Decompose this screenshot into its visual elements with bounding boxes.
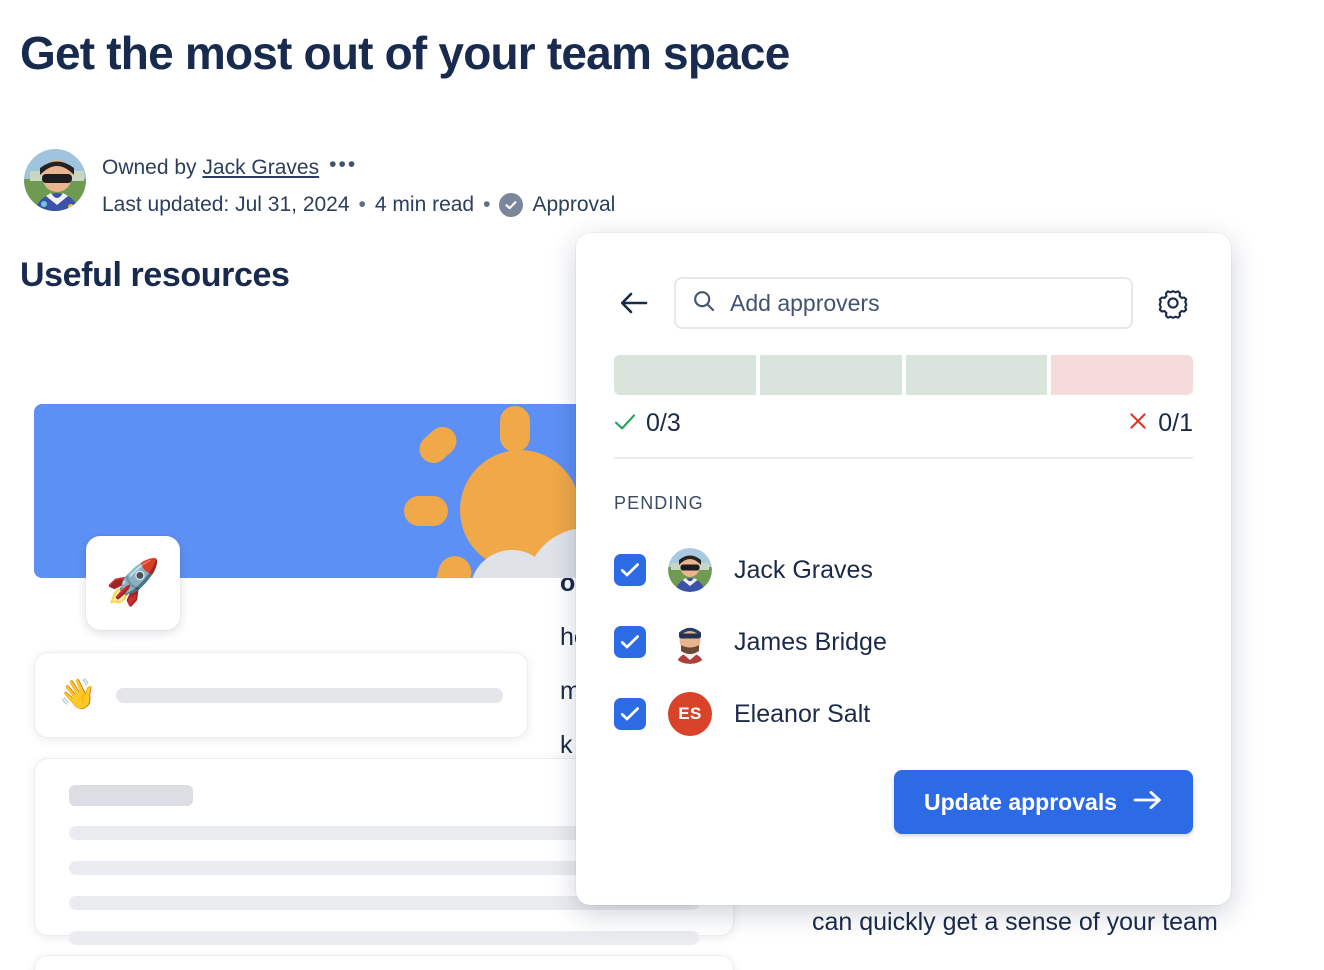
rejected-count: 0/1 [1128,409,1193,438]
owner-link[interactable]: Jack Graves [202,150,319,187]
search-icon [692,289,716,318]
approval-progress-bar [614,355,1193,395]
popup-header: Add approvers [614,277,1193,329]
wave-icon: 👋 [59,678,97,711]
arrow-right-icon [1133,789,1163,816]
byline: Owned by Jack Graves ••• Last updated: J… [22,147,615,224]
check-icon [614,411,636,436]
pending-section-heading: PENDING [614,493,704,513]
check-circle-icon [499,193,524,218]
progress-segment-approved [614,355,756,395]
section-title: Useful resources [20,256,290,294]
back-arrow-icon[interactable] [614,283,654,323]
rejected-count-value: 0/1 [1158,409,1193,437]
byline-meta-row: Last updated: Jul 31, 2024 • 4 min read … [102,187,615,224]
approved-count-value: 0/3 [646,409,681,437]
approver-row[interactable]: ES Eleanor Salt [614,678,1193,750]
gear-icon[interactable] [1153,283,1193,323]
owned-by-label: Owned by [102,156,197,179]
article-body-text-bottom: can quickly get a sense of your team [812,900,1324,944]
placeholder-bar [69,931,699,945]
avatar [22,147,88,213]
update-approvals-button[interactable]: Update approvals [894,770,1193,834]
approver-name: James Bridge [734,627,887,656]
approvals-popup: Add approvers 0/3 0/1 PENDING Jack Grave… [576,233,1231,905]
resource-card-wave[interactable]: 👋 [34,652,528,738]
byline-owner-row: Owned by Jack Graves ••• [102,150,615,187]
search-input-placeholder: Add approvers [730,289,880,316]
popup-actions: Update approvals [614,770,1193,834]
update-approvals-label: Update approvals [924,788,1117,815]
more-actions-icon[interactable]: ••• [329,154,357,175]
approved-count: 0/3 [614,409,681,438]
cross-icon [1128,411,1148,436]
approver-avatar-initials: ES [668,692,712,736]
approver-name: Jack Graves [734,555,873,584]
body-line-9: can quickly get a sense of your team [812,908,1218,936]
approver-checkbox[interactable] [614,554,646,586]
approver-name: Eleanor Salt [734,699,871,728]
read-time-label: 4 min read [374,192,475,216]
status-badge[interactable]: Approval [499,187,615,224]
sun-ray-icon [404,496,448,526]
progress-segment-rejected [1051,355,1193,395]
approver-row[interactable]: Jack Graves [614,534,1193,606]
progress-segment-approved [905,355,1048,395]
sun-ray-icon [500,406,530,452]
approver-checkbox[interactable] [614,698,646,730]
resource-card-bottom[interactable] [34,955,734,970]
status-badge-label: Approval [532,192,616,216]
page-root: Get the most out of your team space Owne… [0,0,1324,970]
approver-row[interactable]: James Bridge [614,606,1193,678]
sun-ray-icon [413,421,463,469]
byline-text: Owned by Jack Graves ••• Last updated: J… [102,147,615,224]
meta-separator-1: • [358,192,366,216]
meta-separator-2: • [483,192,491,216]
rocket-icon-tile: 🚀 [86,536,180,630]
approver-list: Jack Graves James Bridge ES Eleanor Salt [614,534,1193,750]
rocket-icon: 🚀 [105,558,161,607]
search-input[interactable]: Add approvers [674,277,1133,329]
progress-segment-approved [759,355,902,395]
last-updated-label: Last updated: Jul 31, 2024 [102,192,350,216]
placeholder-bar [116,687,503,703]
approval-counts: 0/3 0/1 [614,409,1193,459]
approver-checkbox[interactable] [614,626,646,658]
placeholder-heading-bar [69,785,193,806]
approver-avatar [668,548,712,592]
page-title: Get the most out of your team space [20,27,790,79]
approver-avatar [668,620,712,664]
